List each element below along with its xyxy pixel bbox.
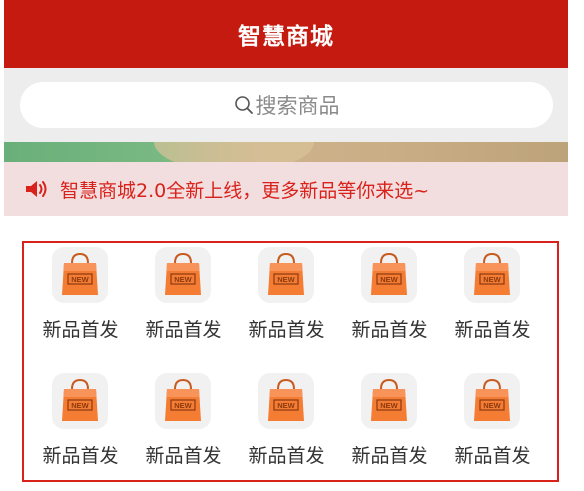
category-item[interactable]: NEW 新品首发: [438, 369, 541, 487]
left-edge: [0, 0, 4, 491]
right-edge: [568, 0, 584, 491]
category-item-label: 新品首发: [145, 445, 222, 467]
search-placeholder: 搜索商品: [255, 94, 340, 118]
category-item[interactable]: NEW 新品首发: [232, 243, 335, 361]
new-badge-text: NEW: [277, 275, 295, 284]
category-item-label: 新品首发: [42, 319, 119, 341]
category-item-label: 新品首发: [145, 319, 222, 341]
category-item-label: 新品首发: [248, 319, 325, 341]
new-badge-text: NEW: [71, 401, 89, 410]
shopping-bag-new-icon: NEW: [361, 373, 417, 429]
speaker-icon: [24, 178, 50, 200]
notice-bar[interactable]: 智慧商城2.0全新上线，更多新品等你来选~: [4, 162, 568, 216]
shopping-bag-new-icon: NEW: [361, 247, 417, 303]
new-badge-text: NEW: [380, 275, 398, 284]
category-item[interactable]: NEW 新品首发: [438, 243, 541, 361]
page: 智慧商城 搜索商品 智慧商城2.0全新上线，更多新品等你来选~ NEW 新品首发…: [0, 0, 584, 491]
shopping-bag-new-icon: NEW: [155, 247, 211, 303]
shopping-bag-new-icon: NEW: [464, 247, 520, 303]
notice-text: 智慧商城2.0全新上线，更多新品等你来选~: [60, 179, 430, 202]
shopping-bag-new-icon: NEW: [464, 373, 520, 429]
category-item[interactable]: NEW 新品首发: [129, 369, 232, 487]
new-badge-text: NEW: [483, 401, 501, 410]
category-item-label: 新品首发: [454, 319, 531, 341]
shopping-bag-new-icon: NEW: [155, 373, 211, 429]
shopping-bag-new-icon: NEW: [258, 247, 314, 303]
shopping-bag-new-icon: NEW: [52, 373, 108, 429]
category-item[interactable]: NEW 新品首发: [26, 369, 129, 487]
category-item-label: 新品首发: [248, 445, 325, 467]
new-badge-text: NEW: [483, 275, 501, 284]
category-grid: NEW 新品首发 NEW 新品首发 NEW 新品首发 NEW 新品首发 NEW 新品首发 NEW 新品…: [22, 241, 559, 482]
category-item-label: 新品首发: [351, 445, 428, 467]
category-item[interactable]: NEW 新品首发: [232, 369, 335, 487]
new-badge-text: NEW: [174, 401, 192, 410]
search-icon: [234, 95, 254, 115]
category-item[interactable]: NEW 新品首发: [335, 243, 438, 361]
new-badge-text: NEW: [277, 401, 295, 410]
banner-image-shape: [154, 142, 314, 162]
category-item[interactable]: NEW 新品首发: [26, 243, 129, 361]
page-title: 智慧商城: [238, 24, 334, 50]
category-grid-items: NEW 新品首发 NEW 新品首发 NEW 新品首发 NEW 新品首发 NEW 新品首发 NEW 新品…: [24, 243, 557, 480]
banner-carousel[interactable]: [4, 142, 568, 162]
new-badge-text: NEW: [380, 401, 398, 410]
new-badge-text: NEW: [174, 275, 192, 284]
category-item-label: 新品首发: [42, 445, 119, 467]
category-item-label: 新品首发: [454, 445, 531, 467]
shopping-bag-new-icon: NEW: [52, 247, 108, 303]
category-item-label: 新品首发: [351, 319, 428, 341]
shopping-bag-new-icon: NEW: [258, 373, 314, 429]
search-area: 搜索商品: [4, 68, 568, 142]
category-item[interactable]: NEW 新品首发: [335, 369, 438, 487]
category-item[interactable]: NEW 新品首发: [129, 243, 232, 361]
new-badge-text: NEW: [71, 275, 89, 284]
header-bar: 智慧商城: [4, 0, 568, 68]
search-input[interactable]: 搜索商品: [20, 82, 553, 128]
